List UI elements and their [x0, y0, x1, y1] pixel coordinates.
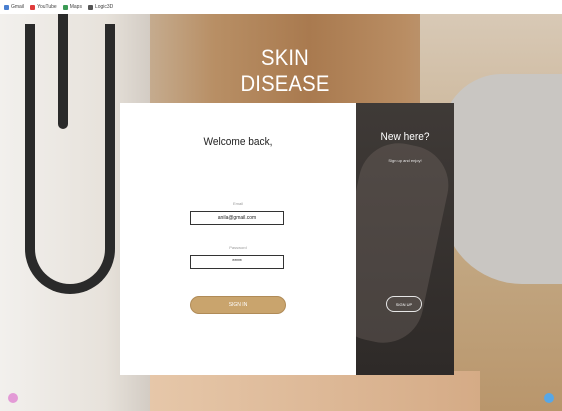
new-here-heading: New here? [380, 131, 430, 143]
signup-panel: New here? Sign up and enjoy! SIGN UP [356, 103, 454, 375]
logic-icon [87, 4, 93, 10]
bookmark-label: Logic3D [94, 4, 114, 10]
page-title: SKIN DISEASE [240, 45, 330, 96]
left-floating-icon[interactable] [8, 393, 18, 403]
signup-subtitle: Sign up and enjoy! [388, 158, 422, 163]
maps-icon [62, 4, 68, 10]
bookmark-label: YouTube [37, 4, 57, 10]
bookmark-label: Gmail [11, 4, 25, 10]
bookmark-gmail[interactable]: Gmail [4, 4, 24, 10]
welcome-heading: Welcome back, [203, 136, 273, 148]
bookmark-youtube[interactable]: YouTube [30, 4, 57, 10]
bookmarks-bar: Gmail YouTube Maps Logic3D [0, 0, 562, 14]
hands-image [150, 371, 480, 411]
password-field[interactable] [190, 255, 284, 269]
email-label: Email [232, 201, 243, 206]
signup-button[interactable]: SIGN UP [386, 296, 422, 312]
signin-panel: Welcome back, Email Password SIGN IN [120, 103, 356, 375]
patient-arm-image [442, 74, 562, 284]
bookmark-logic[interactable]: Logic3D [87, 4, 114, 10]
password-label: Password [229, 245, 247, 250]
signin-button[interactable]: SIGN IN [190, 296, 286, 314]
right-floating-icon[interactable] [544, 393, 554, 403]
bookmark-maps[interactable]: Maps [62, 4, 82, 10]
youtube-icon [30, 4, 36, 10]
bookmark-label: Maps [69, 4, 82, 10]
stethoscope-image [25, 24, 115, 294]
auth-card: Welcome back, Email Password SIGN IN New… [120, 103, 454, 375]
gmail-icon [4, 4, 9, 10]
email-field[interactable] [190, 211, 284, 225]
